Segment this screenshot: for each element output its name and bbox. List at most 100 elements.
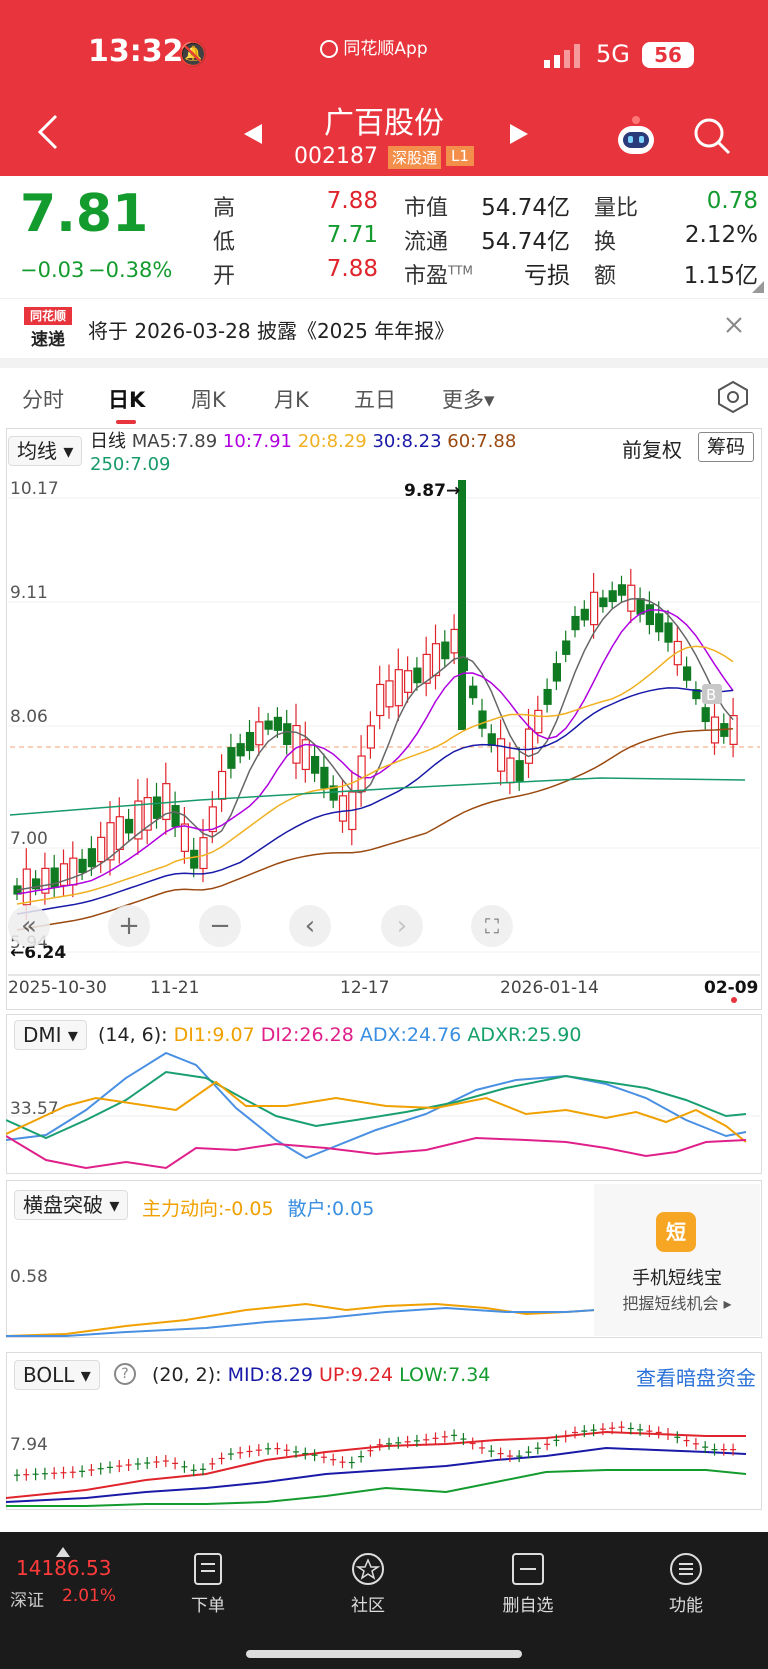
- float-label: 流通: [404, 230, 449, 255]
- y-label: 9.11: [10, 583, 48, 603]
- high-label: 高: [213, 196, 236, 221]
- di1-line: [6, 1080, 747, 1143]
- candle-body: [199, 837, 208, 870]
- last-price: 7.81: [20, 184, 149, 244]
- zoom-in-icon[interactable]: +: [108, 905, 150, 947]
- period-tabs: 分时 日K 周K 月K 五日 更多▾: [0, 368, 768, 426]
- pan-right-icon[interactable]: ›: [381, 905, 423, 947]
- tab-five-day[interactable]: 五日: [354, 384, 396, 414]
- fullscreen-icon[interactable]: ⛶: [471, 905, 513, 947]
- candle-body: [506, 757, 515, 784]
- stock-code: 002187: [294, 144, 378, 169]
- ma60-line: [16, 727, 734, 931]
- back-icon[interactable]: [34, 112, 60, 156]
- tab-intraday[interactable]: 分时: [22, 384, 64, 414]
- candle-body: [124, 818, 134, 834]
- adjust-mode[interactable]: 前复权: [622, 434, 682, 463]
- stock-name: 广百股份: [324, 106, 444, 141]
- candle-body: [394, 669, 403, 707]
- boll-up-line: [6, 1430, 746, 1499]
- expand-corner-icon[interactable]: [752, 278, 764, 297]
- next-stock-icon[interactable]: [508, 122, 530, 150]
- boll-low-line: [6, 1469, 747, 1507]
- close-icon[interactable]: [724, 315, 744, 339]
- community-icon: [352, 1553, 384, 1585]
- pe-value: 亏损: [524, 263, 570, 289]
- order-icon: [194, 1553, 222, 1585]
- breakout-chart: 0.58: [6, 1267, 596, 1337]
- tab-weekly-k[interactable]: 周K: [191, 384, 226, 414]
- nav-community[interactable]: 社区: [328, 1552, 408, 1616]
- help-icon[interactable]: ?: [114, 1363, 136, 1385]
- network-type: 5G: [596, 40, 630, 68]
- settings-hex-icon[interactable]: [716, 380, 750, 418]
- candle-body: [311, 755, 320, 774]
- candle-body: [218, 770, 227, 800]
- dmi-select[interactable]: DMI ▾: [14, 1020, 87, 1050]
- price-change: −0.03: [20, 258, 85, 282]
- candle-body: [338, 795, 348, 822]
- candle-body: [589, 591, 599, 626]
- search-icon[interactable]: [692, 116, 732, 160]
- dark-pool-link[interactable]: 查看暗盘资金: [636, 1362, 756, 1391]
- tab-daily-k[interactable]: 日K: [108, 384, 145, 414]
- nav-order[interactable]: 下单: [168, 1552, 248, 1616]
- robot-assistant-icon[interactable]: [614, 114, 658, 162]
- candle-body: [87, 848, 97, 868]
- candle-body: [366, 725, 375, 749]
- turnover-value: 2.12%: [684, 222, 758, 248]
- candle-body: [515, 760, 524, 782]
- retail-line: [6, 1306, 596, 1337]
- candle-body: [478, 710, 487, 729]
- boll-y-label: 7.94: [10, 1435, 48, 1455]
- candle-body: [534, 709, 543, 734]
- candle-body: [497, 738, 506, 772]
- breakout-legend: 主力动向:-0.05 散户:0.05: [142, 1198, 375, 1220]
- candle-body: [320, 766, 329, 789]
- boll-mid-line: [6, 1446, 747, 1503]
- tab-more[interactable]: 更多▾: [442, 384, 495, 414]
- nav-remove-watchlist[interactable]: 删自选: [488, 1552, 568, 1616]
- ma-lines: [9, 597, 746, 931]
- boll-legend: (20, 2): MID:8.29 UP:9.24 LOW:7.34: [152, 1364, 491, 1386]
- price-change-pct: −0.38%: [88, 258, 173, 282]
- candle-body: [543, 688, 552, 705]
- candle-body: [469, 685, 478, 699]
- candle-body: [264, 720, 273, 730]
- boll-select[interactable]: BOLL ▾: [14, 1360, 100, 1390]
- candle-body: [431, 643, 441, 677]
- status-time: 13:32: [88, 34, 184, 69]
- candle-body: [255, 721, 264, 746]
- scroll-left-icon[interactable]: «: [8, 905, 50, 947]
- nav-functions[interactable]: 功能: [646, 1552, 726, 1616]
- candle-body: [580, 608, 589, 621]
- candle-body: [617, 584, 627, 596]
- home-indicator: [246, 1650, 522, 1658]
- tab-monthly-k[interactable]: 月K: [274, 384, 309, 414]
- candle-body: [608, 590, 617, 603]
- app-header: 13:32 🔕 同花顺App 5G 56 广百股份 002187 深股通 L1: [0, 0, 768, 176]
- chip-distribution-button[interactable]: 筹码: [698, 432, 755, 462]
- candle-body: [78, 858, 87, 873]
- kline-grid: [8, 497, 760, 953]
- short-line-icon: 短: [656, 1212, 696, 1252]
- index-value[interactable]: 14186.53: [16, 1556, 111, 1580]
- candle-body: [190, 849, 199, 869]
- breakout-select[interactable]: 横盘突破 ▾: [14, 1190, 129, 1220]
- section-divider: [0, 358, 768, 368]
- bottom-bar: 14186.53 深证 2.01% 下单 社区 删自选 功能: [0, 1532, 768, 1669]
- notice-bar[interactable]: 同花顺 速递 将于 2026-03-28 披露《2025 年年报》: [0, 298, 768, 358]
- amount-label: 额: [594, 264, 617, 289]
- ma-select[interactable]: 均线 ▾: [8, 436, 83, 466]
- level-badge: L1: [446, 146, 474, 166]
- candle-body: [701, 707, 710, 723]
- promo-card[interactable]: 短 手机短线宝 把握短线机会 ▸: [594, 1184, 760, 1336]
- candle-body: [357, 755, 366, 793]
- candle-body: [450, 628, 459, 654]
- low-value: 7.71: [326, 222, 378, 248]
- pan-left-icon[interactable]: ‹: [289, 905, 331, 947]
- low-mark: ←6.24: [10, 943, 66, 963]
- zoom-out-icon[interactable]: −: [199, 905, 241, 947]
- float-value: 54.74亿: [481, 229, 570, 255]
- candle-body: [645, 604, 655, 626]
